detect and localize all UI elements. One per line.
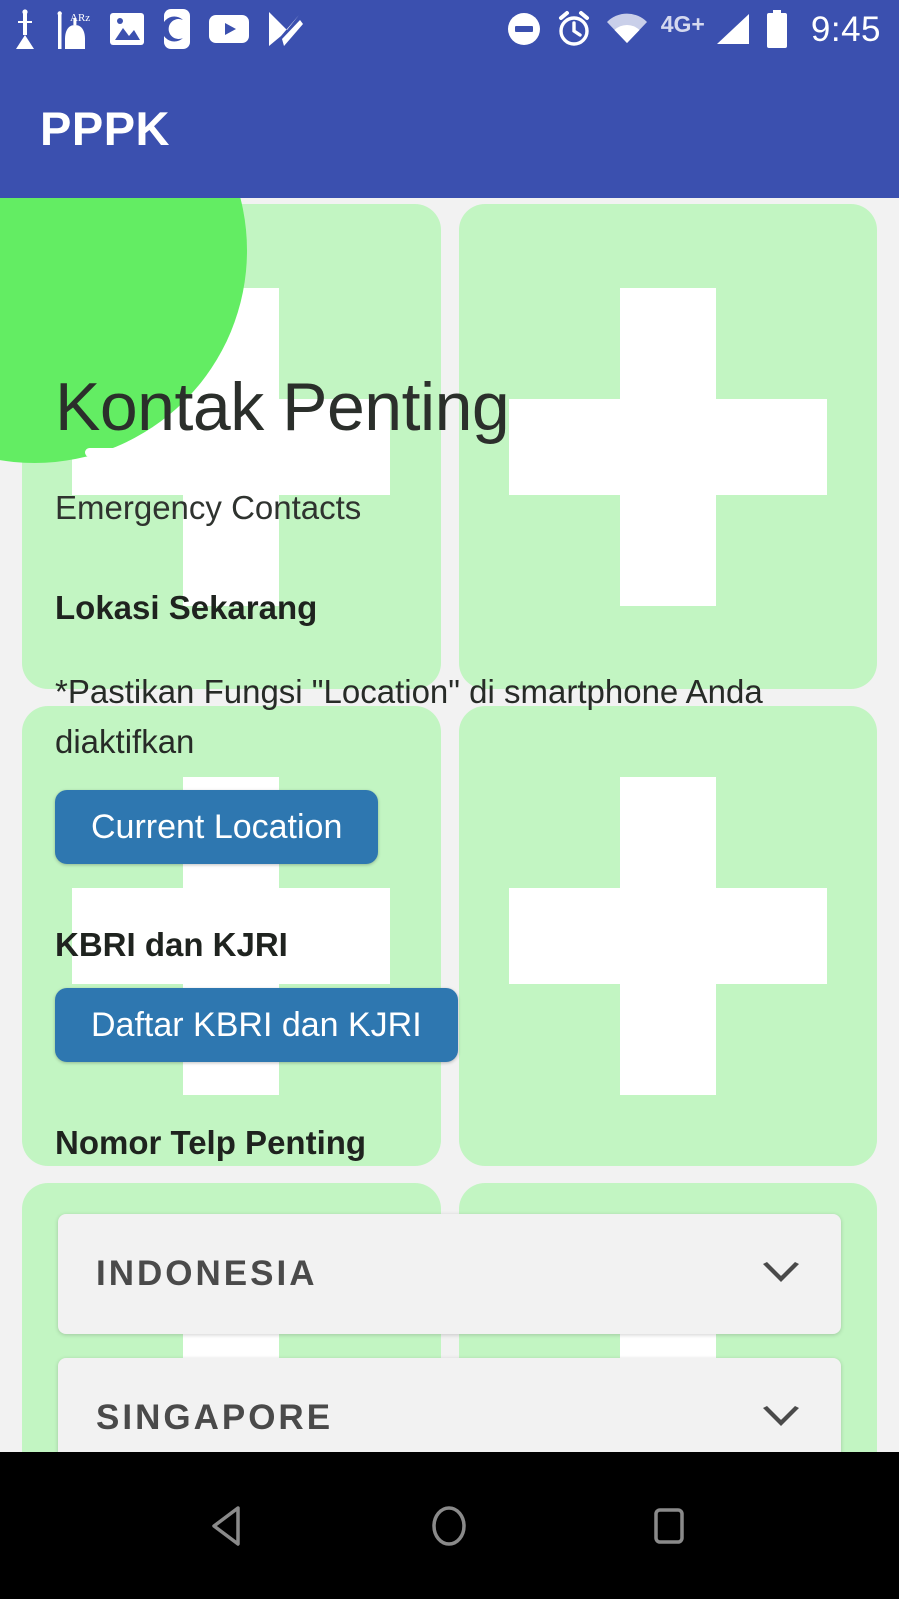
page-viewport: Kontak Penting Emergency Contacts Lokasi…: [0, 198, 899, 1452]
crescent-moon-icon: [162, 9, 190, 49]
recents-square-icon[interactable]: [638, 1495, 700, 1557]
daftar-kbri-kjri-button[interactable]: Daftar KBRI dan KJRI: [55, 988, 458, 1062]
page-content: Kontak Penting Emergency Contacts Lokasi…: [0, 198, 899, 1452]
youtube-icon: [209, 15, 249, 43]
alarm-icon: [558, 11, 589, 46]
status-bar-left-icons: ARz: [12, 8, 304, 50]
task-check-icon: [269, 12, 303, 46]
accordion-label: INDONESIA: [96, 1254, 318, 1293]
status-bar: ARz 4G+ 9:45: [0, 0, 899, 58]
page-title: Kontak Penting: [55, 369, 510, 445]
svg-text:ARz: ARz: [70, 12, 90, 24]
battery-icon: [766, 10, 787, 48]
section-heading-lokasi-sekarang: Lokasi Sekarang: [55, 589, 318, 626]
section-heading-kbri-kjri: KBRI dan KJRI: [55, 926, 288, 963]
gallery-image-icon: [110, 13, 144, 45]
status-bar-right-icons: 4G+ 9:45: [506, 9, 881, 49]
cellular-signal-icon: [716, 14, 749, 44]
do-not-disturb-icon: [507, 13, 540, 45]
chevron-down-icon[interactable]: [759, 1405, 803, 1431]
home-circle-icon[interactable]: [418, 1495, 480, 1557]
status-bar-clock: 9:45: [810, 9, 881, 49]
accordion-label: SINGAPORE: [96, 1398, 334, 1437]
wifi-icon: [606, 13, 647, 43]
app-bar: PPPK: [0, 58, 899, 198]
country-accordion-list: INDONESIA SINGAPORE: [0, 1214, 899, 1452]
mosque-azan-icon: ARz: [57, 11, 90, 49]
network-type-label: 4G+: [660, 11, 705, 37]
minaret-icon: [16, 9, 34, 49]
back-triangle-icon[interactable]: [199, 1495, 261, 1557]
current-location-button[interactable]: Current Location: [55, 790, 379, 864]
page-subtitle: Emergency Contacts: [55, 489, 362, 526]
android-navigation-bar: [0, 1452, 899, 1599]
section-heading-nomor-telp-penting: Nomor Telp Penting: [55, 1124, 367, 1161]
accordion-item-singapore[interactable]: SINGAPORE: [58, 1358, 841, 1452]
chevron-down-icon[interactable]: [759, 1261, 803, 1287]
app-title: PPPK: [40, 101, 170, 155]
location-permission-note: *Pastikan Fungsi "Location" di smartphon…: [55, 673, 763, 760]
accordion-item-indonesia[interactable]: INDONESIA: [58, 1214, 841, 1334]
